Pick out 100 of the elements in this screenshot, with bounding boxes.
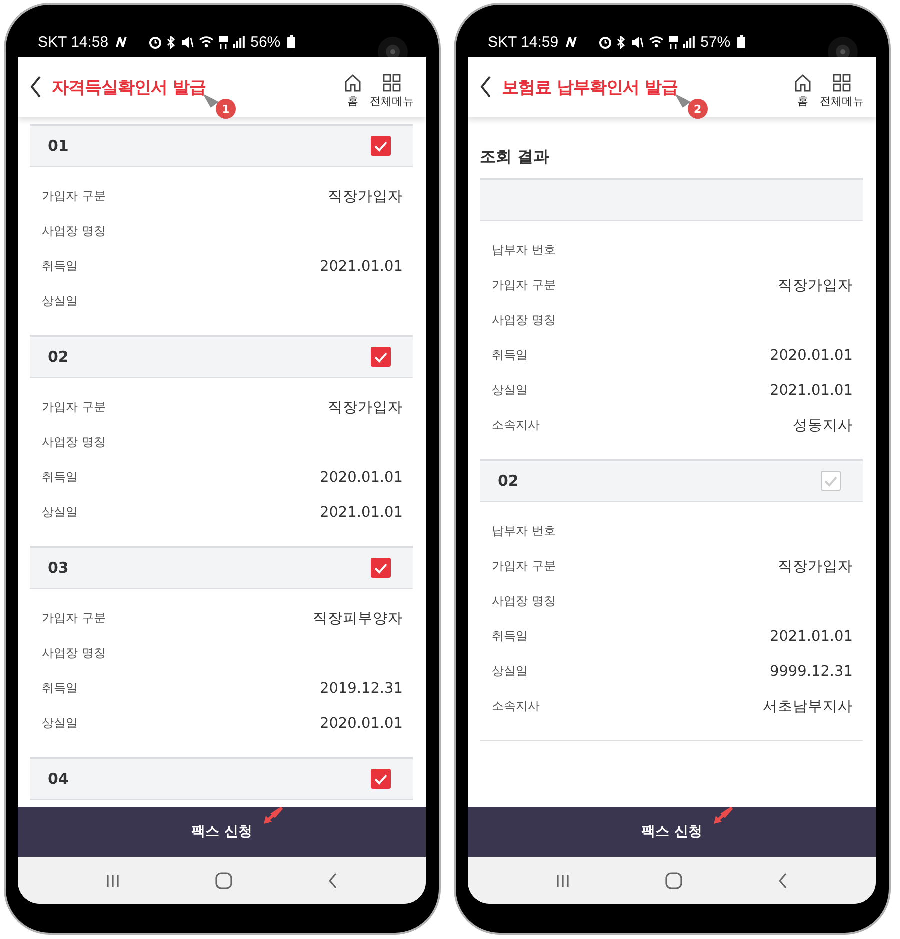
home-button[interactable]: 홈 xyxy=(790,74,816,108)
field-label: 상실일 xyxy=(42,715,78,732)
section-title: 조회 결과 xyxy=(480,147,551,168)
page-title: 자격득실확인서 발급 xyxy=(52,76,206,98)
field-label: 취득일 xyxy=(42,469,78,486)
field-value: 직장피부양자 xyxy=(313,610,403,628)
back-icon[interactable] xyxy=(30,76,42,98)
field-label: 가입자 구분 xyxy=(42,188,106,205)
battery-percent: 57% xyxy=(700,34,731,50)
battery-percent: 56% xyxy=(250,34,281,50)
field-value: 직장가입자 xyxy=(778,277,853,295)
back-key-icon[interactable] xyxy=(778,872,788,888)
field-label: 취득일 xyxy=(492,628,528,645)
back-icon[interactable] xyxy=(480,76,492,98)
mute-icon xyxy=(630,36,644,48)
field-label: 납부자 번호 xyxy=(492,523,556,540)
back-key-icon[interactable] xyxy=(328,872,338,888)
field-value: 서초남부지사 xyxy=(763,698,853,716)
callout-badge: 1 xyxy=(216,99,236,119)
field-value: 2020.01.01 xyxy=(320,470,403,486)
field-label: 취득일 xyxy=(42,258,78,275)
check-icon xyxy=(374,774,388,784)
check-icon xyxy=(374,562,388,574)
indicator-icon xyxy=(564,36,579,48)
battery-icon xyxy=(286,35,296,49)
home-key-icon[interactable] xyxy=(214,872,233,890)
home-icon xyxy=(344,74,362,92)
checkbox[interactable] xyxy=(371,558,391,578)
field-label: 소속지사 xyxy=(492,698,540,715)
field-value: 9999.12.31 xyxy=(770,664,853,680)
field-value: 직장가입자 xyxy=(328,188,403,206)
field-label: 가입자 구분 xyxy=(42,610,106,627)
field-label: 사업장 명칭 xyxy=(42,434,106,451)
field-value: 2021.01.01 xyxy=(320,504,403,520)
field-label: 납부자 번호 xyxy=(492,242,556,259)
field-label: 상실일 xyxy=(42,293,78,310)
battery-icon xyxy=(736,35,746,49)
arrow-icon xyxy=(713,807,733,825)
record-number: 02 xyxy=(48,348,69,366)
home-icon xyxy=(794,74,812,92)
field-label: 가입자 구분 xyxy=(492,277,556,294)
home-key-icon[interactable] xyxy=(664,872,683,890)
fax-button[interactable]: 팩스 신청 xyxy=(18,807,426,857)
record-number: 01 xyxy=(48,137,69,155)
callout-badge: 2 xyxy=(688,99,708,119)
field-value: 2020.01.01 xyxy=(320,716,403,732)
status-time: SKT 14:59 xyxy=(488,34,559,50)
field-label: 가입자 구분 xyxy=(492,558,556,575)
field-value: 2021.01.01 xyxy=(320,258,403,274)
field-label: 소속지사 xyxy=(492,417,540,434)
grid-icon xyxy=(383,74,401,92)
record-number: 04 xyxy=(48,770,69,788)
field-value: 2019.12.31 xyxy=(320,680,403,696)
check-icon xyxy=(374,140,388,152)
page-title: 보험료 납부확인서 발급 xyxy=(502,76,678,98)
menu-button[interactable]: 전체메뉴 xyxy=(816,74,868,108)
field-label: 사업장 명칭 xyxy=(42,645,106,662)
fax-button[interactable]: 팩스 신청 xyxy=(468,807,876,857)
field-label: 상실일 xyxy=(492,663,528,680)
grid-icon xyxy=(833,74,851,92)
network-icon xyxy=(218,36,228,48)
field-value: 직장가입자 xyxy=(778,558,853,576)
field-label: 상실일 xyxy=(42,504,78,521)
field-value: 2021.01.01 xyxy=(770,382,853,398)
field-value: 직장가입자 xyxy=(328,399,403,417)
bluetooth-icon xyxy=(166,36,176,48)
wifi-icon xyxy=(648,36,664,48)
record-number: 03 xyxy=(48,559,69,577)
field-value: 2021.01.01 xyxy=(770,628,853,644)
checkbox[interactable] xyxy=(821,471,841,491)
signal-icon xyxy=(232,36,245,48)
home-button[interactable]: 홈 xyxy=(340,74,366,108)
checkbox[interactable] xyxy=(371,769,391,789)
field-label: 취득일 xyxy=(492,347,528,364)
field-label: 가입자 구분 xyxy=(42,399,106,416)
status-time: SKT 14:58 xyxy=(38,34,109,50)
signal-icon xyxy=(682,36,695,48)
network-icon xyxy=(668,36,678,48)
checkbox[interactable] xyxy=(371,136,391,156)
field-label: 상실일 xyxy=(492,382,528,399)
check-icon xyxy=(824,476,838,486)
field-label: 사업장 명칭 xyxy=(492,312,556,329)
menu-button[interactable]: 전체메뉴 xyxy=(366,74,418,108)
checkbox[interactable] xyxy=(371,347,391,367)
recents-icon[interactable] xyxy=(556,874,570,888)
field-label: 사업장 명칭 xyxy=(42,223,106,240)
alarm-icon xyxy=(598,36,612,48)
field-value: 2020.01.01 xyxy=(770,348,853,364)
alarm-icon xyxy=(148,36,162,48)
recents-icon[interactable] xyxy=(106,874,120,888)
bluetooth-icon xyxy=(616,36,626,48)
wifi-icon xyxy=(198,36,214,48)
arrow-icon xyxy=(263,807,283,825)
field-label: 사업장 명칭 xyxy=(492,593,556,610)
field-value: 성동지사 xyxy=(793,417,853,435)
check-icon xyxy=(374,352,388,362)
record-number: 02 xyxy=(498,472,519,490)
mute-icon xyxy=(180,36,194,48)
indicator-icon xyxy=(114,36,129,48)
field-label: 취득일 xyxy=(42,680,78,697)
